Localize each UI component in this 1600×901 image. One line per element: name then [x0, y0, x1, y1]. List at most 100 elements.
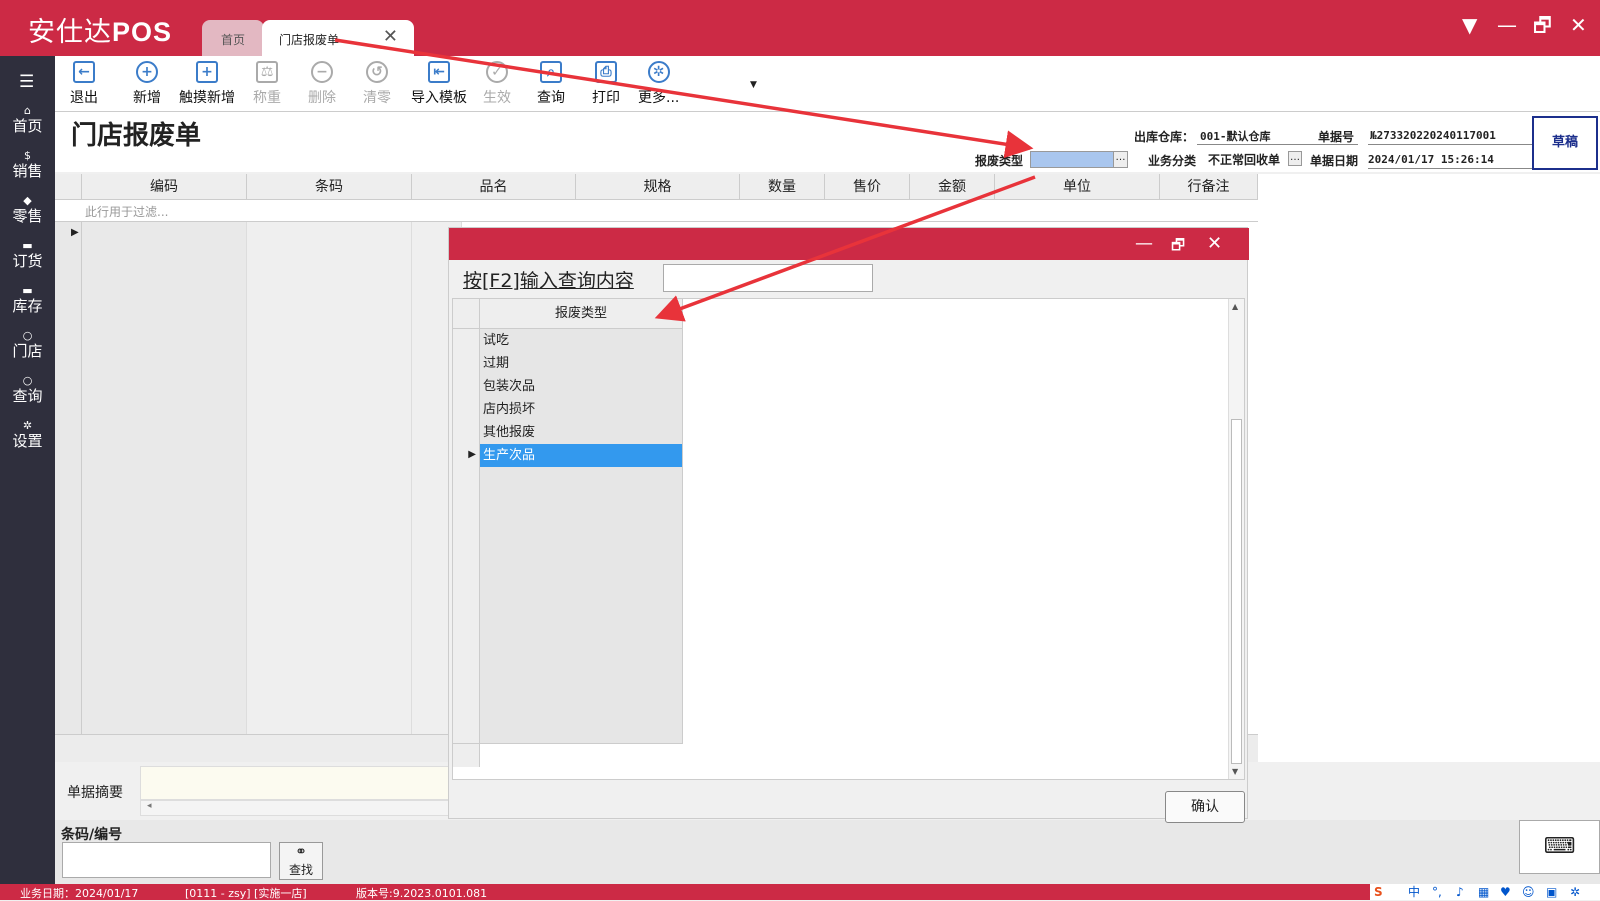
activate-button[interactable]: ✓ 生效: [483, 61, 511, 107]
biz-class-field[interactable]: 不正常回收单…: [1205, 151, 1302, 168]
scrap-type-field[interactable]: …: [1030, 151, 1128, 168]
column-header[interactable]: 报废类型: [480, 299, 683, 329]
scroll-up-icon[interactable]: ▲: [1232, 302, 1238, 311]
ime-tray[interactable]: S 中 °, ♪ ▦ ♥ ☺ ▣ ✲: [1370, 884, 1600, 900]
column-header[interactable]: 条码: [247, 174, 412, 200]
find-button[interactable]: ⚭ 查找: [279, 842, 323, 880]
sidebar-item-settings[interactable]: ✲ 设置: [0, 419, 55, 451]
tab-home[interactable]: 首页: [202, 20, 264, 56]
column-header[interactable]: 金额: [910, 174, 995, 200]
sidebar-item-order[interactable]: ▬ 订货: [0, 239, 55, 271]
sidebar-item-store[interactable]: ○ 门店: [0, 329, 55, 361]
grid-icon: ▣: [1546, 885, 1558, 899]
ellipsis-icon[interactable]: …: [1288, 151, 1302, 166]
empty-row[interactable]: [453, 559, 683, 582]
title-bar: 安仕达POS 首页 门店报废单 ✕ ▼ — 🗗 ✕: [0, 0, 1600, 56]
empty-row[interactable]: [453, 582, 683, 605]
import-template-button[interactable]: ⇤ 导入模板: [411, 61, 467, 107]
sidebar-item-query[interactable]: ○ 查询: [0, 374, 55, 406]
print-button[interactable]: ⎙ 打印: [592, 61, 620, 107]
delete-button[interactable]: − 删除: [308, 61, 336, 107]
menu-icon[interactable]: ☰: [19, 72, 34, 92]
toolbar: ← 退出 + 新增 + 触摸新增 ⚖ 称重 − 删除 ↺ 清零 ⇤ 导入模板 ✓ 生效 ⌕ 查询 …: [55, 56, 1600, 112]
print-icon: ⎙: [595, 61, 617, 83]
minimize-icon[interactable]: —: [1497, 14, 1517, 36]
add-button[interactable]: + 新增: [133, 61, 161, 107]
empty-row[interactable]: [453, 651, 683, 674]
summary-input[interactable]: [140, 766, 450, 800]
emoji-icon: ☺: [1522, 885, 1535, 899]
dialog-titlebar: — 🗗 ✕: [449, 228, 1249, 260]
empty-row[interactable]: [453, 513, 683, 536]
scrap-type-label: 报废类型: [975, 154, 1024, 168]
grid-corner: [55, 174, 82, 200]
touch-add-button[interactable]: + 触摸新增: [179, 61, 235, 107]
weigh-button[interactable]: ⚖ 称重: [253, 61, 281, 107]
keyboard-icon: ⌨: [1543, 834, 1576, 859]
vertical-scrollbar[interactable]: ▲ ▼: [1228, 299, 1244, 779]
filter-row[interactable]: 此行用于过滤...: [55, 200, 1258, 222]
search-input[interactable]: [663, 264, 873, 292]
grid-corner: [453, 299, 480, 329]
scroll-down-icon[interactable]: ▼: [1232, 767, 1238, 776]
ime-mode[interactable]: 中: [1408, 884, 1420, 900]
query-button[interactable]: ⌕ 查询: [537, 61, 565, 107]
doc-date-label: 单据日期: [1310, 154, 1359, 168]
column-header[interactable]: 售价: [825, 174, 910, 200]
status-bar: 业务日期：2024/01/17 [0111 - zsy] [实施一店] 版本号:…: [0, 884, 1600, 900]
search-icon: ○: [22, 329, 33, 342]
sidebar-item-sales[interactable]: $ 销售: [0, 149, 55, 181]
restore-icon[interactable]: 🗗: [1171, 235, 1185, 260]
empty-row[interactable]: [453, 490, 683, 513]
option-row-selected[interactable]: ▶ 生产次品: [453, 444, 683, 467]
dropdown-icon[interactable]: ▼: [1462, 14, 1477, 36]
keyboard-icon: ▦: [1478, 885, 1490, 899]
horizontal-scrollbar[interactable]: ◂: [140, 800, 450, 816]
option-row[interactable]: 过期: [453, 352, 683, 375]
minimize-icon[interactable]: —: [1135, 233, 1153, 254]
keyboard-button[interactable]: ⌨: [1519, 820, 1600, 874]
sidebar-item-retail[interactable]: ◆ 零售: [0, 194, 55, 226]
ellipsis-icon[interactable]: …: [1113, 152, 1127, 167]
gear-icon: ✲: [647, 61, 670, 83]
box-icon: ▬: [22, 284, 33, 297]
grid-column[interactable]: [247, 222, 412, 734]
barcode-input[interactable]: [62, 842, 271, 878]
column-header[interactable]: 规格: [576, 174, 740, 200]
row-indicator: ▶: [55, 222, 82, 734]
form-header: 门店报废单 出库仓库： 001-默认仓库 单据号 №27332022024011…: [55, 112, 1600, 172]
grid-column[interactable]: [82, 222, 247, 734]
exit-button[interactable]: ← 退出: [70, 61, 98, 107]
column-header[interactable]: 单位: [995, 174, 1160, 200]
option-row[interactable]: 试吃: [453, 329, 683, 352]
tab-close-icon[interactable]: ✕: [383, 26, 398, 47]
empty-row[interactable]: [453, 628, 683, 651]
close-icon[interactable]: ✕: [1207, 233, 1222, 254]
clear-button[interactable]: ↺ 清零: [363, 61, 391, 107]
empty-row[interactable]: [453, 720, 683, 743]
empty-row[interactable]: [453, 536, 683, 559]
column-header[interactable]: 编码: [82, 174, 247, 200]
sidebar-item-stock[interactable]: ▬ 库存: [0, 284, 55, 316]
empty-row[interactable]: [453, 697, 683, 720]
sidebar-item-home[interactable]: ⌂ 首页: [0, 104, 55, 136]
column-header[interactable]: 行备注: [1160, 174, 1258, 200]
more-button[interactable]: ✲ 更多...: [638, 61, 679, 107]
confirm-button[interactable]: 确认: [1165, 791, 1245, 823]
row-pointer-icon: ▶: [453, 444, 480, 467]
option-row[interactable]: 店内损坏: [453, 398, 683, 421]
chevron-down-icon[interactable]: ▼: [750, 80, 757, 90]
close-icon[interactable]: ✕: [1570, 14, 1587, 36]
restore-icon[interactable]: 🗗: [1533, 14, 1552, 36]
option-row[interactable]: 包装次品: [453, 375, 683, 398]
column-header[interactable]: 品名: [412, 174, 576, 200]
warehouse-label: 出库仓库：: [1134, 130, 1195, 144]
empty-row[interactable]: [453, 467, 683, 490]
biz-date: 业务日期：2024/01/17: [20, 887, 139, 900]
empty-row[interactable]: [453, 605, 683, 628]
option-row[interactable]: 其他报废: [453, 421, 683, 444]
column-header[interactable]: 数量: [740, 174, 825, 200]
tab-store-scrap[interactable]: 门店报废单 ✕: [262, 20, 414, 56]
scroll-thumb[interactable]: [1231, 419, 1242, 764]
empty-row[interactable]: [453, 674, 683, 697]
